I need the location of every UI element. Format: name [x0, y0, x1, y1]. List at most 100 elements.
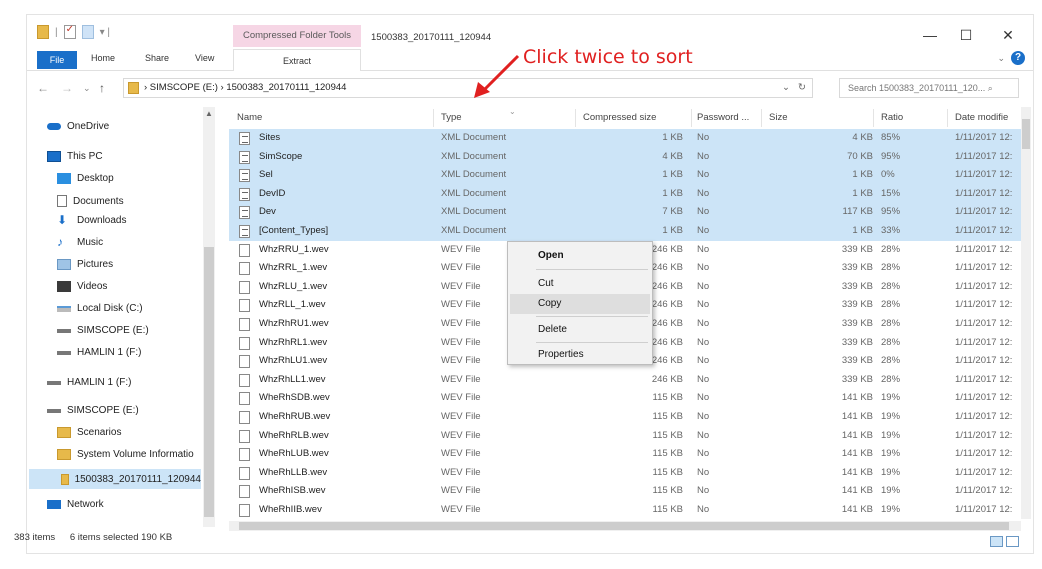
file-row[interactable]: WheRhRLB.wev WEV File 115 KB No 141 KB 19% 1/1…: [229, 427, 1021, 446]
cell-ratio: 28%: [881, 280, 901, 292]
nav-item-onedrive[interactable]: OneDrive: [47, 121, 109, 132]
details-view-icon[interactable]: [990, 536, 1003, 547]
chevron-down-icon[interactable]: ⌄: [997, 53, 1005, 64]
file-row[interactable]: WheRhLUB.wev WEV File 115 KB No 141 KB 19% 1/1…: [229, 445, 1021, 464]
scrollbar-thumb[interactable]: [204, 247, 214, 517]
nav-item-desktop[interactable]: Desktop: [57, 173, 114, 184]
search-input[interactable]: Search 1500383_20170111_120... ⌕: [839, 78, 1019, 98]
file-row[interactable]: Sites XML Document 1 KB No 4 KB 85% 1/11/2017 …: [229, 129, 1021, 148]
tab-file[interactable]: File: [37, 51, 77, 69]
tab-view[interactable]: View: [195, 53, 214, 63]
file-icon: [239, 448, 250, 462]
column-header-type[interactable]: Type: [441, 107, 462, 129]
column-header-size[interactable]: Size: [769, 107, 787, 129]
address-bar[interactable]: › SIMSCOPE (E:) › 1500383_20170111_12094…: [123, 78, 813, 98]
column-header-ratio[interactable]: Ratio: [881, 107, 903, 129]
file-row[interactable]: Sel XML Document 1 KB No 1 KB 0% 1/11/2017 12:: [229, 166, 1021, 185]
menu-item-properties[interactable]: Properties: [510, 345, 650, 365]
customize-qat-icon[interactable]: ▾ |: [100, 27, 110, 38]
scrollbar-thumb[interactable]: [239, 522, 1009, 530]
column-divider[interactable]: [691, 109, 692, 127]
forward-arrow-icon[interactable]: →: [61, 81, 73, 95]
cell-name: DevID: [259, 187, 286, 199]
nav-item-system-volume[interactable]: System Volume Informatio: [57, 449, 194, 460]
cell-date: 1/11/2017 12:: [955, 187, 1013, 199]
large-icons-view-icon[interactable]: [1006, 536, 1019, 547]
column-header-name[interactable]: Name: [237, 107, 262, 129]
refresh-icon[interactable]: ↻: [798, 79, 806, 97]
menu-item-cut[interactable]: Cut: [510, 274, 650, 294]
nav-item-simscope[interactable]: SIMSCOPE (E:): [57, 325, 149, 336]
xml-file-icon: [239, 206, 250, 220]
scroll-up-icon[interactable]: ▲: [205, 109, 213, 118]
breadcrumb[interactable]: › SIMSCOPE (E:) › 1500383_20170111_12094…: [144, 82, 346, 93]
nav-item-simscope-root[interactable]: SIMSCOPE (E:): [47, 405, 139, 416]
new-folder-icon[interactable]: [81, 25, 94, 39]
recent-locations-icon[interactable]: ⌄: [83, 83, 91, 94]
file-row[interactable]: WhzRhLL1.wev WEV File 246 KB No 339 KB 28% 1/1…: [229, 371, 1021, 390]
file-row[interactable]: Dev XML Document 7 KB No 117 KB 95% 1/11/2017 …: [229, 203, 1021, 222]
file-row[interactable]: WheRhISB.wev WEV File 115 KB No 141 KB 19% 1/1…: [229, 482, 1021, 501]
nav-item-pictures[interactable]: Pictures: [57, 259, 113, 270]
nav-item-music[interactable]: ♪ Music: [57, 236, 103, 248]
up-arrow-icon[interactable]: ↑: [99, 81, 105, 95]
close-button[interactable]: ✕: [998, 27, 1018, 44]
maximize-button[interactable]: ☐: [956, 27, 976, 44]
back-arrow-icon[interactable]: ←: [37, 81, 49, 95]
nav-item-current-archive[interactable]: 1500383_20170111_120944: [29, 469, 201, 489]
nav-scrollbar[interactable]: ▲: [203, 107, 215, 527]
cloud-icon: [47, 123, 61, 130]
minimize-button[interactable]: —: [920, 27, 940, 43]
file-icon: [239, 355, 250, 369]
menu-item-delete[interactable]: Delete: [510, 320, 650, 340]
menu-item-copy[interactable]: Copy: [510, 294, 650, 314]
nav-item-videos[interactable]: Videos: [57, 281, 107, 292]
nav-item-hamlin-root[interactable]: HAMLIN 1 (F:): [47, 377, 131, 388]
column-divider[interactable]: [761, 109, 762, 127]
column-divider[interactable]: [947, 109, 948, 127]
file-icon: [239, 504, 250, 517]
tab-extract[interactable]: Extract: [233, 49, 361, 71]
cell-ratio: 19%: [881, 411, 901, 422]
cell-date: 1/11/2017 12:: [955, 262, 1013, 274]
column-divider[interactable]: [433, 109, 434, 127]
address-dropdown-icon[interactable]: ⌄: [782, 79, 790, 97]
column-header-date-modified[interactable]: Date modifie: [955, 107, 1008, 129]
column-header-compressed-size[interactable]: Compressed size: [583, 107, 656, 129]
file-row[interactable]: DevID XML Document 1 KB No 1 KB 15% 1/11/2017 …: [229, 184, 1021, 204]
scrollbar-thumb[interactable]: [1022, 119, 1030, 149]
nav-item-local-disk[interactable]: Local Disk (C:): [57, 303, 143, 314]
nav-item-documents[interactable]: Documents: [57, 195, 124, 207]
file-row[interactable]: WheRhSDB.wev WEV File 115 KB No 141 KB 19% 1/1…: [229, 389, 1021, 408]
nav-item-downloads[interactable]: ⬇ Downloads: [57, 214, 126, 226]
horizontal-scrollbar[interactable]: [229, 521, 1021, 531]
folder-icon[interactable]: [37, 25, 49, 39]
cell-compressed-size: 246 KB: [651, 336, 683, 348]
file-row[interactable]: SimScope XML Document 4 KB No 70 KB 95% 1/11/2…: [229, 147, 1021, 167]
file-row[interactable]: WheRhLLB.wev WEV File 115 KB No 141 KB 19% 1/1…: [229, 464, 1021, 483]
cell-compressed-size: 246 KB: [651, 262, 683, 274]
nav-item-scenarios[interactable]: Scenarios: [57, 427, 121, 438]
file-list-scrollbar[interactable]: [1021, 107, 1031, 519]
nav-item-hamlin[interactable]: HAMLIN 1 (F:): [57, 347, 141, 358]
cell-size: 339 KB: [841, 243, 873, 255]
menu-item-open[interactable]: Open: [510, 246, 650, 266]
column-divider[interactable]: [575, 109, 576, 127]
cell-password: No: [697, 466, 710, 478]
file-row[interactable]: WheRhIIB.wev WEV File 115 KB No 141 KB 19% 1/1…: [229, 501, 1021, 519]
cell-type: WEV File: [441, 280, 481, 292]
cell-type: XML Document: [441, 150, 507, 162]
file-row[interactable]: [Content_Types] XML Document 1 KB No 1 KB 33%…: [229, 222, 1021, 241]
column-header-password[interactable]: Password ...: [697, 107, 749, 129]
properties-icon[interactable]: [63, 24, 76, 39]
cell-type: WEV File: [441, 355, 481, 367]
compressed-folder-tools-tab[interactable]: Compressed Folder Tools: [233, 25, 361, 47]
column-divider[interactable]: [873, 109, 874, 127]
nav-item-network[interactable]: Network: [47, 499, 104, 510]
tab-share[interactable]: Share: [145, 53, 169, 63]
help-icon[interactable]: ?: [1011, 51, 1025, 65]
tab-home[interactable]: Home: [91, 53, 115, 63]
navigation-pane: OneDrive This PC Desktop Documents ⬇ Down…: [27, 107, 219, 527]
nav-item-this-pc[interactable]: This PC: [47, 151, 103, 162]
file-row[interactable]: WheRhRUB.wev WEV File 115 KB No 141 KB 19% 1/1…: [229, 408, 1021, 427]
